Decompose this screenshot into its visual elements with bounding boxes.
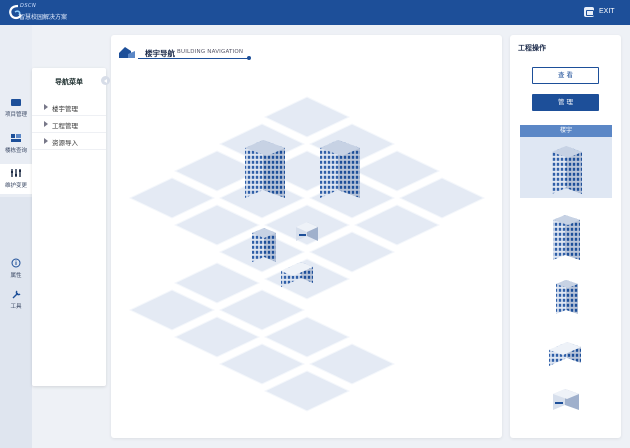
nav-item-label: 资源导入 bbox=[52, 139, 78, 147]
exit-button[interactable]: EXIT bbox=[599, 8, 615, 15]
top-bar bbox=[0, 0, 630, 25]
nav-menu-title: 导航菜单 bbox=[55, 78, 83, 86]
wrench-icon bbox=[12, 290, 21, 299]
rail-item-properties[interactable]: 属性 bbox=[0, 254, 32, 284]
tower-building-right[interactable] bbox=[320, 140, 360, 198]
nav-item-label: 工程管理 bbox=[52, 122, 78, 130]
manage-button[interactable]: 管 理 bbox=[532, 94, 599, 111]
info-icon bbox=[11, 258, 21, 268]
nav-item-building-management[interactable]: 楼宇管理 bbox=[32, 99, 106, 116]
map-tiles bbox=[128, 96, 486, 412]
rail-item-project[interactable]: 项目管理 bbox=[0, 93, 32, 123]
nav-item-project-management[interactable]: 工程管理 bbox=[32, 116, 106, 133]
building-card-label: 楼宇 bbox=[520, 125, 612, 137]
caret-right-icon bbox=[44, 121, 48, 127]
logo-text-en: DSCN bbox=[20, 3, 37, 9]
building-search-icon bbox=[11, 134, 21, 142]
maintenance-icon bbox=[11, 169, 21, 177]
rail-label-project: 项目管理 bbox=[4, 112, 27, 118]
mid-building[interactable] bbox=[252, 228, 276, 262]
tower-thumb-icon-2[interactable] bbox=[550, 212, 584, 260]
view-button[interactable]: 查 看 bbox=[532, 67, 599, 84]
operation-panel-title: 工程操作 bbox=[518, 44, 546, 52]
rail-item-building-search[interactable]: 楼栋查询 bbox=[0, 129, 32, 159]
caret-right-icon bbox=[44, 104, 48, 110]
tower-thumb-icon[interactable] bbox=[548, 142, 586, 194]
rail-label-tools: 工具 bbox=[10, 304, 22, 310]
mid-building-thumb-icon[interactable] bbox=[554, 278, 580, 314]
small-building-thumb-icon[interactable] bbox=[551, 385, 581, 413]
rail-label-maintenance: 维护变更 bbox=[4, 183, 27, 189]
nav-item-label: 楼宇管理 bbox=[52, 105, 78, 113]
low-building-thumb-icon[interactable] bbox=[547, 338, 583, 366]
rail-item-maintenance[interactable]: 维护变更 bbox=[0, 164, 32, 194]
rail-item-tools[interactable]: 工具 bbox=[0, 285, 32, 315]
tower-building-left[interactable] bbox=[245, 140, 285, 198]
nav-item-resource-import[interactable]: 资源导入 bbox=[32, 133, 106, 150]
folder-icon bbox=[11, 99, 21, 106]
rail-label-building-search: 楼栋查询 bbox=[4, 148, 27, 154]
isometric-map bbox=[128, 96, 486, 412]
caret-right-icon bbox=[44, 138, 48, 144]
rail-label-properties: 属性 bbox=[10, 273, 22, 279]
collapse-icon[interactable] bbox=[101, 76, 110, 85]
nav-menu: 导航菜单 楼宇管理 工程管理 资源导入 bbox=[32, 68, 106, 386]
exit-icon[interactable] bbox=[584, 7, 594, 17]
logo-text-cn: 智慧校园解决方案 bbox=[19, 14, 68, 21]
